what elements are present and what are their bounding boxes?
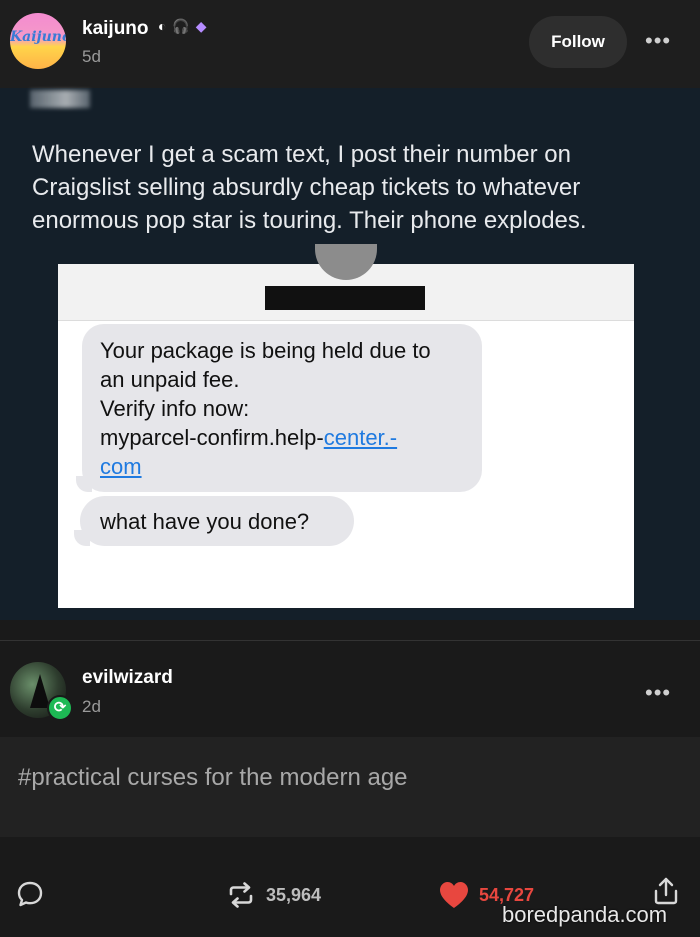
reblog-count: 35,964 bbox=[266, 885, 322, 905]
scam-line: com bbox=[100, 452, 468, 481]
reblog-header bbox=[0, 641, 700, 737]
tweet-text: Whenever I get a scam text, I post their… bbox=[32, 141, 587, 234]
scam-line: an unpaid fee. bbox=[100, 367, 240, 392]
contact-avatar bbox=[315, 244, 377, 280]
reply-text: what have you done? bbox=[100, 509, 310, 534]
scam-line: Verify info now: bbox=[100, 396, 250, 421]
scam-url-plain: myparcel-confirm.help- bbox=[100, 425, 324, 450]
moon-badge-icon: ◐ bbox=[158, 18, 168, 34]
sms-screenshot: Your package is being held due to an unp… bbox=[58, 244, 634, 608]
reblog-more-options-icon[interactable]: ••• bbox=[645, 680, 671, 706]
user-badges: ◐ 🎧 ◆ bbox=[158, 18, 207, 35]
reblogger-username[interactable]: evilwizard bbox=[82, 667, 173, 689]
scam-url-link-end: com bbox=[100, 454, 142, 479]
reblog-badge-icon: ⟳ bbox=[47, 695, 73, 721]
follow-button[interactable]: Follow bbox=[529, 16, 627, 68]
gem-badge-icon: ◆ bbox=[195, 18, 208, 34]
tag-link[interactable]: #practical curses for the modern age bbox=[18, 764, 408, 792]
redacted-number bbox=[265, 286, 425, 310]
scam-line: Your package is being held due to bbox=[100, 338, 431, 363]
comment-icon[interactable] bbox=[16, 880, 44, 913]
avatar-logo-text: Kaijuno bbox=[10, 29, 66, 45]
reply-message-bubble: what have you done? bbox=[74, 496, 354, 546]
post-timestamp: 5d bbox=[82, 47, 101, 66]
watermark: boredpanda.com bbox=[502, 902, 668, 927]
scam-message-bubble: Your package is being held due to an unp… bbox=[76, 324, 482, 492]
heart-icon[interactable] bbox=[438, 880, 470, 915]
blurred-name bbox=[30, 90, 90, 108]
scam-url-link: center.- bbox=[323, 425, 398, 450]
reblog-timestamp: 2d bbox=[82, 697, 101, 716]
username[interactable]: kaijuno bbox=[82, 18, 149, 40]
headphones-badge-icon: 🎧 bbox=[172, 18, 191, 34]
more-options-icon[interactable]: ••• bbox=[645, 28, 671, 54]
avatar[interactable]: Kaijuno bbox=[10, 13, 66, 69]
scam-line: myparcel-confirm.help-center.- bbox=[100, 423, 468, 452]
reblog-icon[interactable] bbox=[226, 880, 256, 915]
sms-topbar bbox=[58, 244, 634, 321]
